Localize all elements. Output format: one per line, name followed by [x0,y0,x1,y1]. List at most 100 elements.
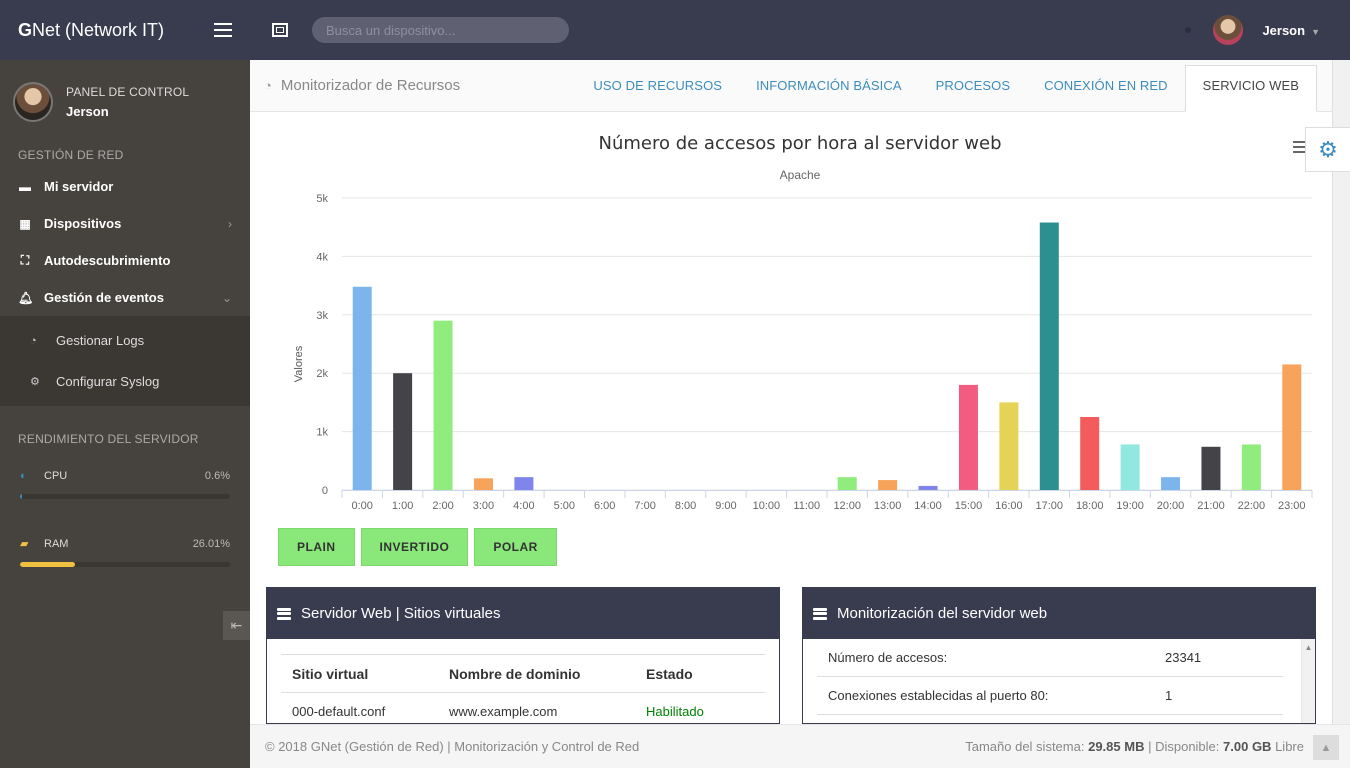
dashboard-icon: ◔ [30,334,37,347]
sidebar-item-label: Mi servidor [44,179,114,194]
server-icon [813,607,827,620]
table-cell: www.example.com [449,704,558,719]
app-title[interactable]: GNet (Network IT) [18,20,164,41]
tab-servicio-web[interactable]: SERVICIO WEB [1184,65,1317,112]
x-tick-label: 10:00 [753,500,781,512]
sidebar-item-label: Autodescubrimiento [44,253,171,268]
notification-dot-icon[interactable] [1185,27,1192,33]
tab-conexion-red[interactable]: CONEXIÓN EN RED [1027,65,1185,105]
y-tick-label: 4k [316,251,328,263]
avail-value: 7.00 GB [1223,739,1272,754]
footer-copyright: © 2018 GNet (Gestión de Red) | Monitoriz… [265,739,640,754]
invertido-button[interactable]: INVERTIDO [360,528,469,566]
x-tick-label: 13:00 [874,500,902,512]
scroll-to-top-icon[interactable]: ▲ [1313,735,1339,760]
server-icon [277,607,291,620]
free-label: Libre [1275,739,1304,754]
sidebar-item-dispositivos[interactable]: ▦ Dispositivos › [0,205,250,242]
column-header: Sitio virtual [292,665,369,682]
plain-button[interactable]: PLAIN [278,528,355,566]
y-tick-label: 2k [316,368,328,380]
bar-17:00 [1039,222,1059,490]
sidebar-item-label: Gestión de eventos [44,290,164,305]
settings-gear-icon[interactable]: ⚙ [1305,127,1350,172]
section-perf-title: RENDIMIENTO DEL SERVIDOR [18,432,199,446]
x-tick-label: 2:00 [432,500,453,512]
ram-icon: ▰ [20,538,29,550]
x-tick-label: 21:00 [1197,500,1225,512]
avail-label: Disponible: [1155,739,1220,754]
x-tick-label: 1:00 [392,500,413,512]
ram-bar-fill [20,562,75,567]
tab-procesos[interactable]: PROCESOS [919,65,1027,105]
x-tick-label: 6:00 [594,500,615,512]
sidebar-item-mi-servidor[interactable]: ▬ Mi servidor [0,168,250,205]
metric-value: 1 [1165,688,1173,703]
bar-12:00 [837,477,857,490]
footer: © 2018 GNet (Gestión de Red) | Monitoriz… [250,724,1350,768]
y-tick-label: 1k [316,427,328,439]
chart-menu-icon[interactable] [1293,141,1305,153]
ram-meter: ▰ RAM 26.01% [0,537,250,567]
monitor-table: Número de accesos: 23341 Conexiones esta… [817,639,1283,715]
table-header-row: Sitio virtual Nombre de dominio Estado [281,655,765,693]
cpu-label: CPU [44,470,68,482]
monitor-panel-title: Monitorización del servidor web [837,605,1048,622]
x-tick-label: 3:00 [473,500,494,512]
menu-toggle-icon[interactable] [214,23,232,37]
scroll-up-icon[interactable]: ▲ [1302,643,1315,652]
metric-label: Conexiones establecidas al puerto 80: [828,688,1049,703]
user-menu[interactable]: Jerson ▼ [1262,23,1320,38]
chevron-down-icon: ⌄ [221,290,232,305]
panel-title: PANEL DE CONTROL [66,85,190,99]
subnav-item-configurar-syslog[interactable]: ⚙ Configurar Syslog [0,361,250,402]
logout-icon[interactable]: ⇤ [223,611,250,640]
metric-label: Número de accesos: [828,650,948,665]
table-row: Número de accesos: 23341 [817,639,1283,677]
footer-system-info: Tamaño del sistema: 29.85 MB | Disponibl… [965,739,1304,754]
bar-23:00 [1282,364,1302,490]
vhosts-panel-header: Servidor Web | Sitios virtuales [267,588,779,639]
status-badge: Habilitado [646,704,704,719]
size-label: Tamaño del sistema: [965,739,1085,754]
search-input[interactable] [312,17,569,43]
avatar [13,82,53,122]
subnav-eventos: ◔ Gestionar Logs ⚙ Configurar Syslog [0,316,250,406]
column-header: Nombre de dominio [449,665,581,682]
bar-21:00 [1201,446,1221,490]
caret-down-icon: ▼ [1311,26,1320,37]
subnav-item-label: Configurar Syslog [56,374,160,389]
polar-button[interactable]: POLAR [474,528,557,566]
metric-value: 23341 [1165,650,1202,665]
vhosts-panel-title: Servidor Web | Sitios virtuales [301,605,501,622]
x-tick-label: 17:00 [1036,500,1064,512]
panel-user-name: Jerson [66,104,109,119]
sidebar-item-autodescubrimiento[interactable]: ⛶ Autodescubrimiento [0,242,250,279]
bar-0:00 [352,286,372,490]
bar-14:00 [918,485,938,490]
sidebar-item-label: Dispositivos [44,216,122,231]
monitor-scrollbar[interactable]: ▲ [1301,639,1315,723]
subnav-item-gestionar-logs[interactable]: ◔ Gestionar Logs [0,320,250,361]
chart-type-buttons: PLAIN INVERTIDO POLAR [278,528,557,566]
monitor-panel-header: Monitorización del servidor web [803,588,1315,639]
cogs-icon: ⚙ [30,376,40,388]
bar-22:00 [1241,444,1261,490]
bell-icon: 🔔︎ [18,290,34,305]
cpu-icon: ◐ [20,470,27,482]
tab-informacion-basica[interactable]: INFORMACIÓN BÁSICA [739,65,919,105]
brand-bar: GNet (Network IT) [0,0,250,60]
bar-18:00 [1080,417,1100,490]
tab-bar: USO DE RECURSOS INFORMACIÓN BÁSICA PROCE… [576,65,1317,112]
cpu-bar-fill [20,494,22,499]
tab-uso-recursos[interactable]: USO DE RECURSOS [576,65,739,105]
x-tick-label: 0:00 [351,500,372,512]
cpu-meter: ◐ CPU 0.6% [0,470,250,499]
avatar[interactable] [1213,15,1244,45]
sidebar-item-gestion-eventos[interactable]: 🔔︎ Gestión de eventos ⌄ [0,279,250,316]
x-tick-label: 8:00 [675,500,696,512]
subnav-item-label: Gestionar Logs [56,333,145,348]
fullscreen-icon[interactable] [272,23,288,37]
x-tick-label: 15:00 [955,500,983,512]
bar-20:00 [1161,477,1181,490]
